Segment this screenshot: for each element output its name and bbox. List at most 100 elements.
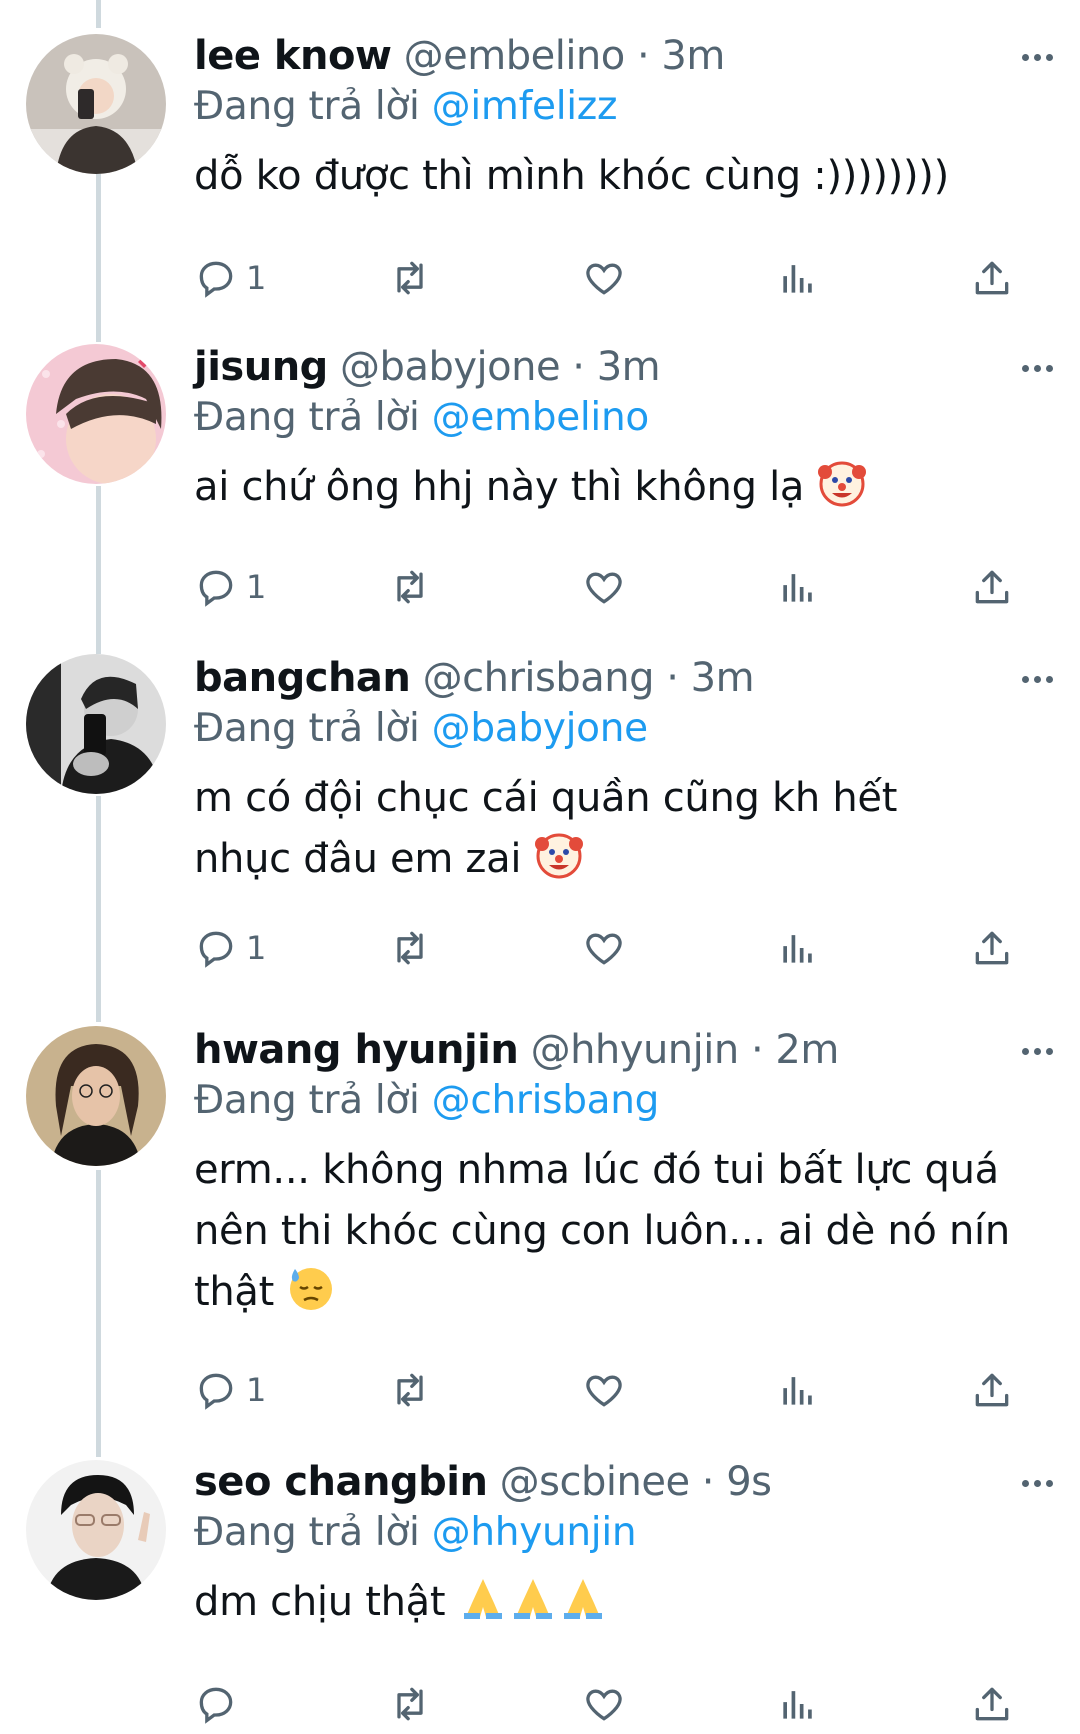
- like-button[interactable]: [582, 557, 626, 617]
- separator-dot: ·: [750, 1027, 764, 1073]
- reply-count: 1: [246, 929, 267, 967]
- reply-button[interactable]: 1: [194, 248, 266, 308]
- replying-prefix: Đang trả lời: [194, 1510, 420, 1555]
- user-handle[interactable]: @babyjone: [340, 344, 561, 390]
- retweet-icon: [397, 1687, 423, 1721]
- user-handle[interactable]: @chrisbang: [423, 655, 655, 701]
- retweet-button[interactable]: [388, 248, 432, 308]
- thread-line: [96, 0, 101, 28]
- retweet-icon: [397, 931, 423, 965]
- timestamp[interactable]: 3m: [597, 344, 661, 390]
- folded-hands-emoji: [513, 1579, 552, 1619]
- heart-icon: [586, 572, 622, 604]
- more-options-icon[interactable]: [1010, 345, 1066, 389]
- tweet-header: hwang hyunjin @hhyunjin · 2m: [194, 1024, 1050, 1076]
- replying-prefix: Đang trả lời: [194, 1078, 420, 1123]
- user-handle[interactable]: @hhyunjin: [531, 1027, 740, 1073]
- clown-face-emoji: [817, 461, 866, 507]
- retweet-button[interactable]: [388, 557, 432, 617]
- tweet-actions: [0, 1674, 1080, 1734]
- views-button[interactable]: [776, 1360, 820, 1420]
- tweet-text: dm chịu thật: [194, 1572, 1050, 1633]
- tweet-header: seo changbin @scbinee · 9s: [194, 1456, 1050, 1508]
- retweet-button[interactable]: [388, 1360, 432, 1420]
- tweet-item[interactable]: hwang hyunjin @hhyunjin · 2m Đang trả lờ…: [0, 1024, 1080, 1444]
- retweet-button[interactable]: [388, 1674, 432, 1734]
- display-name[interactable]: lee know: [194, 33, 392, 79]
- like-button[interactable]: [582, 1674, 626, 1734]
- share-button[interactable]: [970, 248, 1014, 308]
- reply-count: 1: [246, 1371, 267, 1409]
- mention-link[interactable]: @embelino: [432, 395, 650, 440]
- views-button[interactable]: [776, 248, 820, 308]
- display-name[interactable]: seo changbin: [194, 1459, 488, 1505]
- avatar[interactable]: [26, 1026, 166, 1166]
- share-icon: [975, 1373, 1009, 1407]
- tweet-item[interactable]: seo changbin @scbinee · 9s Đang trả lời …: [0, 1456, 1080, 1724]
- views-button[interactable]: [776, 557, 820, 617]
- like-button[interactable]: [582, 918, 626, 978]
- timestamp[interactable]: 2m: [775, 1027, 839, 1073]
- reply-button[interactable]: 1: [194, 918, 266, 978]
- share-icon: [975, 261, 1009, 295]
- tweet-actions: 1: [0, 248, 1080, 308]
- mention-link[interactable]: @chrisbang: [432, 1078, 660, 1123]
- share-button[interactable]: [970, 1674, 1014, 1734]
- avatar[interactable]: [26, 344, 166, 484]
- folded-hands-emoji: [563, 1579, 602, 1619]
- share-button[interactable]: [970, 1360, 1014, 1420]
- timestamp[interactable]: 9s: [726, 1459, 772, 1505]
- mention-link[interactable]: @babyjone: [432, 706, 649, 751]
- like-button[interactable]: [582, 1360, 626, 1420]
- folded-hands-emoji-group: [458, 1579, 608, 1625]
- reply-icon: [199, 261, 233, 298]
- replying-to: Đang trả lời @hhyunjin: [194, 1508, 1050, 1558]
- display-name[interactable]: jisung: [194, 344, 328, 390]
- replying-to: Đang trả lời @embelino: [194, 393, 1050, 443]
- analytics-icon: [783, 574, 812, 602]
- user-handle[interactable]: @embelino: [404, 33, 626, 79]
- tweet-item[interactable]: bangchan @chrisbang · 3m Đang trả lời @b…: [0, 652, 1080, 1012]
- replying-to: Đang trả lời @imfelizz: [194, 82, 1050, 132]
- retweet-icon: [397, 570, 423, 604]
- user-handle[interactable]: @scbinee: [500, 1459, 690, 1505]
- more-options-icon[interactable]: [1010, 34, 1066, 78]
- like-button[interactable]: [582, 248, 626, 308]
- reply-button[interactable]: 1: [194, 1360, 266, 1420]
- heart-icon: [586, 263, 622, 295]
- tweet-item[interactable]: jisung @babyjone · 3m Đang trả lời @embe…: [0, 341, 1080, 641]
- tweet-text: m có đội chục cái quần cũng kh hết nhục …: [194, 768, 994, 890]
- avatar[interactable]: [26, 1460, 166, 1600]
- more-options-icon[interactable]: [1010, 656, 1066, 700]
- tweet-text-body: ai chứ ông hhj này thì không lạ: [194, 464, 805, 510]
- reply-button[interactable]: 1: [194, 557, 266, 617]
- share-button[interactable]: [970, 557, 1014, 617]
- replying-to: Đang trả lời @babyjone: [194, 704, 1050, 754]
- avatar[interactable]: [26, 654, 166, 794]
- tweet-header: bangchan @chrisbang · 3m: [194, 652, 1050, 704]
- avatar[interactable]: [26, 34, 166, 174]
- more-options-icon[interactable]: [1010, 1028, 1066, 1072]
- display-name[interactable]: hwang hyunjin: [194, 1027, 519, 1073]
- mention-link[interactable]: @hhyunjin: [432, 1510, 637, 1555]
- analytics-icon: [783, 1377, 812, 1405]
- replying-prefix: Đang trả lời: [194, 395, 420, 440]
- timestamp[interactable]: 3m: [661, 33, 725, 79]
- mention-link[interactable]: @imfelizz: [432, 84, 618, 129]
- share-button[interactable]: [970, 918, 1014, 978]
- retweet-icon: [397, 1373, 423, 1407]
- timestamp[interactable]: 3m: [691, 655, 755, 701]
- more-options-icon[interactable]: [1010, 1460, 1066, 1504]
- tweet-text: dỗ ko được thì mình khóc cùng :)))))))): [194, 146, 1050, 207]
- reply-button[interactable]: [194, 1674, 238, 1734]
- display-name[interactable]: bangchan: [194, 655, 411, 701]
- analytics-icon: [783, 935, 812, 963]
- views-button[interactable]: [776, 1674, 820, 1734]
- views-button[interactable]: [776, 918, 820, 978]
- replying-prefix: Đang trả lời: [194, 706, 420, 751]
- retweet-button[interactable]: [388, 918, 432, 978]
- tweet-item[interactable]: lee know @embelino · 3m Đang trả lời @im…: [0, 30, 1080, 330]
- separator-dot: ·: [636, 33, 650, 79]
- reply-icon: [199, 1687, 233, 1724]
- reply-icon: [199, 570, 233, 607]
